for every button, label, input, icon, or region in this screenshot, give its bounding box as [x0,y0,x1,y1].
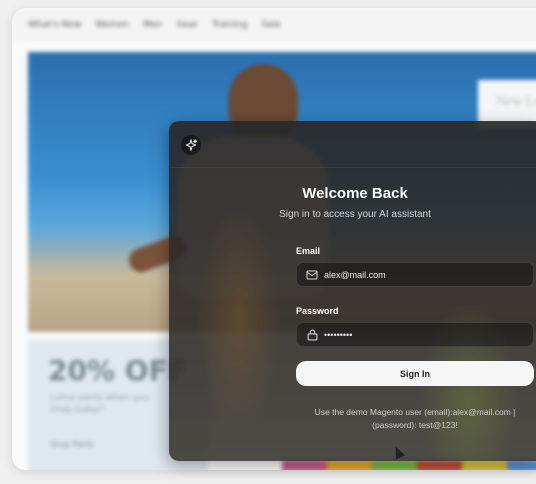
color-swatch [417,460,462,470]
email-input[interactable] [324,269,514,280]
demo-credentials-hint: Use the demo Magento user (email):alex@m… [296,406,534,432]
hint-line: (password): test@123! [372,420,458,430]
dialog-header [169,121,536,168]
color-swatch [507,460,536,470]
color-swatch [327,460,372,470]
email-label: Email [296,246,321,256]
color-strip [282,460,536,470]
password-field[interactable] [296,322,534,347]
nav-item[interactable]: Training [212,20,248,30]
email-field[interactable] [296,262,534,287]
dialog-title: Welcome Back [302,185,408,202]
nav-item[interactable]: Sale [261,20,280,30]
nav-item[interactable]: Gear [176,20,198,30]
storefront-nav: What's New Women Men Gear Training Sale [12,8,536,42]
sign-in-dialog: Welcome Back Sign in to access your AI a… [169,121,536,461]
sparkle-icon [181,135,201,155]
color-swatch [372,460,417,470]
sign-in-button[interactable]: Sign In [296,361,534,386]
nav-item[interactable]: Men [143,20,162,30]
nav-item[interactable]: Women [95,20,129,30]
lock-icon [306,329,318,341]
promo-link[interactable]: Shop Pants [50,440,94,449]
promo-title: 20% OFF [48,354,187,387]
hint-line: Use the demo Magento user (email):alex@m… [314,407,516,417]
nav-item[interactable]: What's New [28,20,81,30]
mail-icon [306,269,318,281]
password-input[interactable] [324,329,514,340]
promo-subtitle: Luma pants when you shop today* [50,393,150,415]
color-swatch [462,460,507,470]
color-swatch [282,460,327,470]
password-label: Password [296,306,339,316]
dialog-subtitle: Sign in to access your AI assistant [279,209,431,220]
